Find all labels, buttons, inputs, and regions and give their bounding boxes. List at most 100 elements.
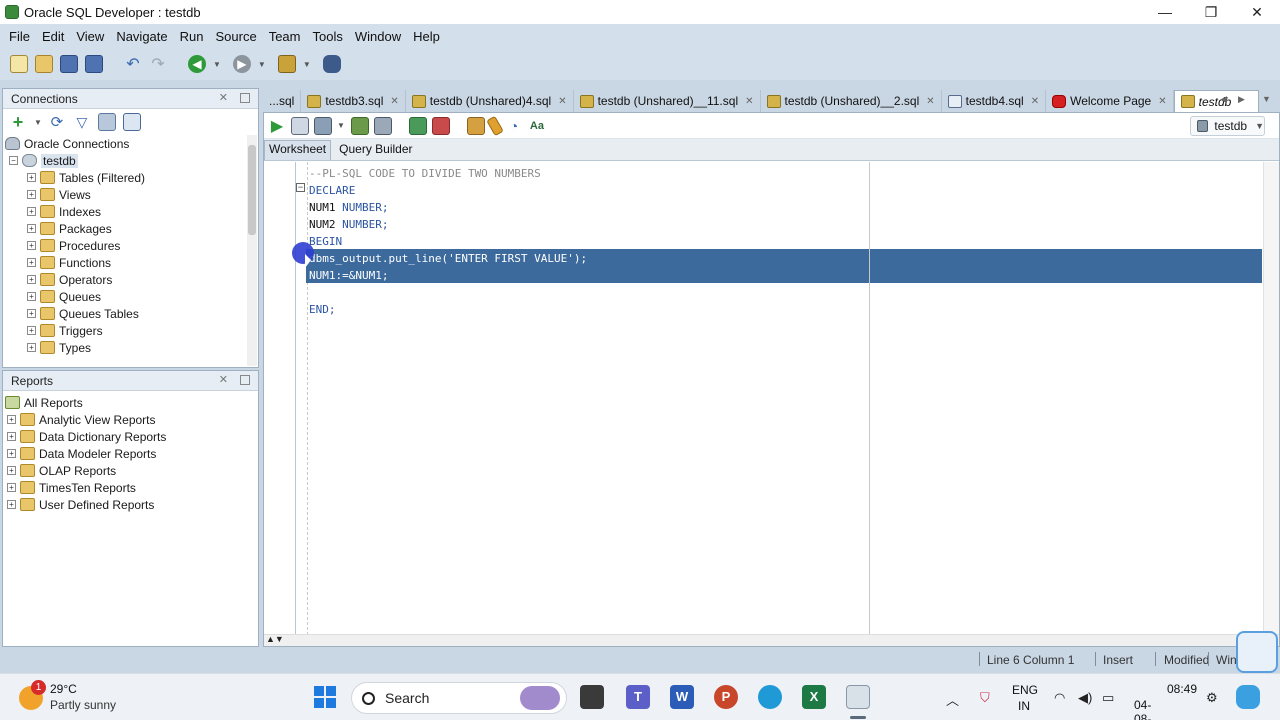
weather-temperature[interactable]: 29°C: [50, 682, 77, 696]
expand-icon[interactable]: +: [27, 241, 36, 250]
tab-unshared2-sql[interactable]: testdb (Unshared)__2.sql ✕: [761, 90, 942, 112]
close-tab-icon[interactable]: ✕: [558, 96, 566, 107]
wifi-icon[interactable]: ◠: [1054, 690, 1065, 706]
notifications-icon[interactable]: ⚙: [1206, 690, 1218, 706]
expand-icon[interactable]: +: [27, 275, 36, 284]
expand-icon[interactable]: +: [7, 449, 16, 458]
collapse-all-icon[interactable]: [122, 113, 141, 131]
tree-connection-testdb[interactable]: − testdb: [5, 152, 258, 169]
forward-dropdown-icon[interactable]: ▼: [258, 60, 266, 69]
undo-icon[interactable]: ↶: [124, 55, 142, 73]
tuning-advisor-icon[interactable]: [466, 116, 485, 135]
expand-icon[interactable]: +: [27, 190, 36, 199]
connections-scrollbar[interactable]: [247, 135, 257, 366]
close-panel-icon[interactable]: ✕: [219, 373, 228, 386]
format-case-icon[interactable]: Aa: [528, 117, 546, 135]
expand-icon[interactable]: +: [27, 207, 36, 216]
tree-root-oracle-connections[interactable]: Oracle Connections: [5, 135, 258, 152]
schema-browser-icon[interactable]: [97, 113, 116, 131]
tree-item-functions[interactable]: + Functions: [5, 254, 258, 271]
show-hidden-icons-icon[interactable]: ︿: [946, 690, 959, 709]
scroll-tabs-right-icon[interactable]: ▶: [1238, 94, 1250, 106]
tab-unshared4-sql[interactable]: testdb (Unshared)4.sql ✕: [406, 90, 574, 112]
commit-green-icon[interactable]: [408, 116, 427, 135]
sql-history-icon[interactable]: ◔: [505, 117, 523, 135]
tab-welcome-page[interactable]: Welcome Page ✕: [1046, 90, 1174, 112]
powerpoint-icon[interactable]: P: [714, 685, 738, 709]
tree-root-all-reports[interactable]: All Reports: [3, 394, 258, 411]
menu-view[interactable]: View: [70, 29, 110, 44]
menu-run[interactable]: Run: [174, 29, 210, 44]
report-item-user-defined[interactable]: + User Defined Reports: [3, 496, 258, 513]
security-shield-icon[interactable]: ⛉: [980, 690, 990, 706]
close-tab-icon[interactable]: ✕: [1031, 96, 1039, 107]
expand-icon[interactable]: +: [7, 483, 16, 492]
windows-start-icon[interactable]: [314, 686, 336, 708]
report-item-data-dictionary[interactable]: + Data Dictionary Reports: [3, 428, 258, 445]
close-tab-icon[interactable]: ✕: [390, 96, 398, 107]
copilot-icon[interactable]: [1236, 685, 1260, 709]
tab-list-icon[interactable]: ▼: [1262, 94, 1274, 106]
menu-edit[interactable]: Edit: [36, 29, 70, 44]
collapse-icon[interactable]: −: [9, 156, 18, 165]
snip-tool-overlay-icon[interactable]: [1236, 631, 1278, 673]
report-item-olap[interactable]: + OLAP Reports: [3, 462, 258, 479]
tab-testdb3-sql[interactable]: testdb3.sql ✕: [301, 90, 406, 112]
sql-worksheet-icon[interactable]: [277, 55, 296, 73]
tab-query-builder[interactable]: Query Builder: [335, 140, 416, 160]
rollback-icon[interactable]: [431, 116, 450, 135]
excel-icon[interactable]: X: [802, 685, 826, 709]
menu-tools[interactable]: Tools: [306, 29, 348, 44]
tree-item-triggers[interactable]: + Triggers: [5, 322, 258, 339]
expand-icon[interactable]: +: [27, 309, 36, 318]
expand-icon[interactable]: +: [27, 224, 36, 233]
add-connection-icon[interactable]: +: [9, 112, 27, 132]
close-panel-icon[interactable]: ✕: [219, 91, 228, 104]
minimize-panel-icon[interactable]: [240, 375, 250, 385]
expand-icon[interactable]: +: [27, 292, 36, 301]
close-tab-icon[interactable]: ✕: [926, 96, 934, 107]
menu-team[interactable]: Team: [263, 29, 307, 44]
tree-item-views[interactable]: + Views: [5, 186, 258, 203]
close-tab-icon[interactable]: ✕: [1158, 96, 1166, 107]
report-item-data-modeler[interactable]: + Data Modeler Reports: [3, 445, 258, 462]
close-tab-icon[interactable]: ✕: [745, 96, 753, 107]
volume-icon[interactable]: ◀): [1078, 690, 1092, 706]
expand-icon[interactable]: +: [7, 432, 16, 441]
report-item-timesten[interactable]: + TimesTen Reports: [3, 479, 258, 496]
tree-item-types[interactable]: + Types: [5, 339, 258, 356]
refresh-icon[interactable]: ⟳: [48, 113, 66, 131]
sql-developer-taskbar-icon[interactable]: [846, 685, 870, 709]
forward-icon[interactable]: ▶: [232, 55, 251, 73]
menu-source[interactable]: Source: [209, 29, 262, 44]
minimize-panel-icon[interactable]: [240, 93, 250, 103]
report-item-analytic-view[interactable]: + Analytic View Reports: [3, 411, 258, 428]
back-dropdown-icon[interactable]: ▼: [213, 60, 221, 69]
explain-plan-icon[interactable]: [350, 116, 369, 135]
word-icon[interactable]: W: [670, 685, 694, 709]
code-editor[interactable]: − --PL-SQL CODE TO DIVIDE TWO NUMBERS DE…: [264, 162, 1262, 635]
scrollbar-thumb[interactable]: [248, 145, 256, 235]
add-connection-dropdown-icon[interactable]: ▼: [34, 118, 42, 127]
save-icon[interactable]: [60, 55, 78, 73]
commit-dropdown-icon[interactable]: ▼: [337, 121, 345, 130]
menu-navigate[interactable]: Navigate: [110, 29, 173, 44]
scroll-tabs-left-icon[interactable]: ◀: [1220, 94, 1232, 106]
save-all-icon[interactable]: [85, 55, 103, 73]
teams-icon[interactable]: T: [626, 685, 650, 709]
autotrace-icon[interactable]: [373, 116, 392, 135]
expand-icon[interactable]: +: [27, 343, 36, 352]
binoculars-icon[interactable]: [322, 55, 341, 73]
menu-window[interactable]: Window: [349, 29, 407, 44]
expand-icon[interactable]: +: [7, 415, 16, 424]
tree-item-queues-tables[interactable]: + Queues Tables: [5, 305, 258, 322]
expand-icon[interactable]: +: [27, 258, 36, 267]
tree-item-packages[interactable]: + Packages: [5, 220, 258, 237]
restore-button[interactable]: ❐: [1188, 0, 1234, 24]
tree-item-indexes[interactable]: + Indexes: [5, 203, 258, 220]
battery-icon[interactable]: ▭: [1102, 690, 1114, 706]
tab-truncated-sql[interactable]: ...sql: [263, 90, 302, 112]
expand-icon[interactable]: +: [7, 466, 16, 475]
filter-icon[interactable]: ▽: [73, 113, 91, 131]
connection-selector[interactable]: testdb ▼: [1190, 116, 1265, 136]
